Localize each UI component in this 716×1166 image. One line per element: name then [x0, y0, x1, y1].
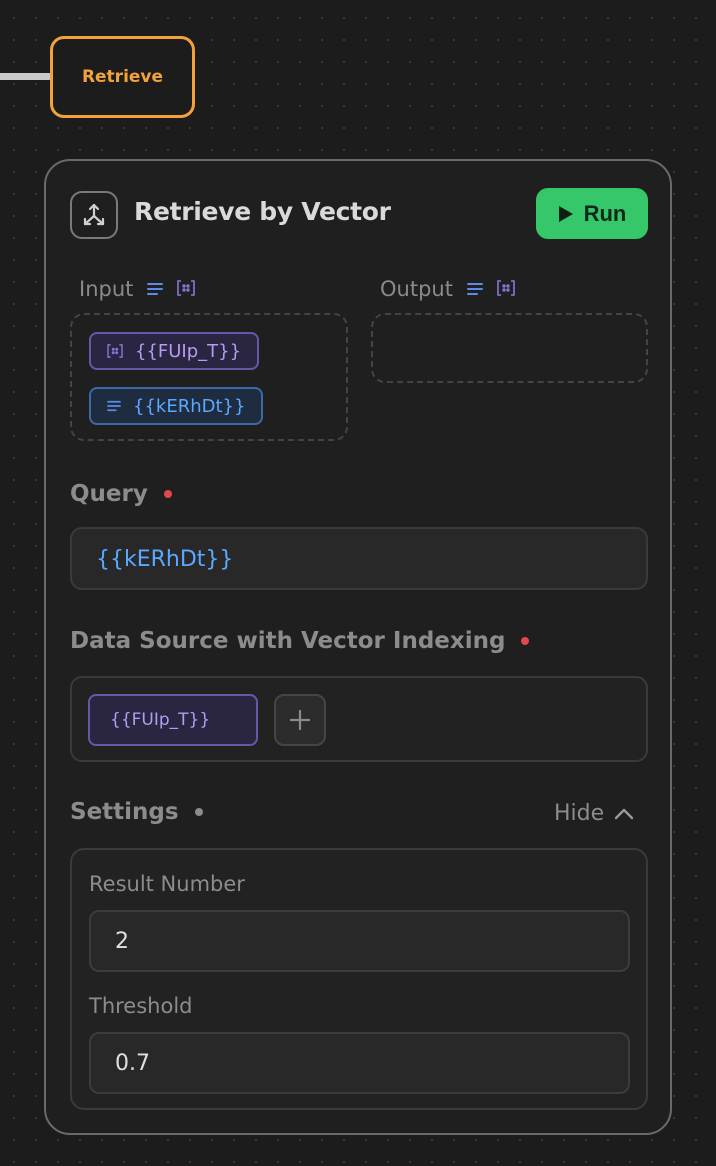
input-label-row: Input: [79, 277, 196, 301]
settings-panel: Result Number Threshold: [70, 848, 648, 1110]
plus-icon: [289, 709, 311, 731]
output-drop-zone[interactable]: [371, 313, 648, 383]
list-type-icon[interactable]: [497, 277, 515, 301]
output-label: Output: [380, 277, 453, 301]
list-type-icon: [107, 344, 123, 358]
run-button[interactable]: Run: [536, 188, 648, 239]
required-indicator: [521, 637, 530, 645]
input-chip-label: {{kERhDt}}: [133, 395, 246, 417]
retrieve-node-tag[interactable]: Retrieve: [50, 36, 195, 118]
output-label-row: Output: [380, 277, 515, 301]
input-chip-label: {{FUIp_T}}: [135, 340, 242, 362]
result-number-label: Result Number: [89, 872, 245, 896]
settings-label: Settings: [70, 799, 179, 825]
data-source-label: Data Source with Vector Indexing: [70, 628, 506, 654]
query-label: Query: [70, 481, 148, 507]
settings-label-row: Settings: [70, 799, 203, 825]
settings-hide-toggle[interactable]: Hide: [554, 801, 634, 826]
chevron-up-icon: [614, 808, 634, 819]
text-type-icon[interactable]: [466, 277, 483, 301]
data-source-field[interactable]: {{FUIp_T}}: [70, 676, 648, 762]
input-label: Input: [79, 277, 134, 301]
text-type-icon: [107, 400, 121, 412]
query-input[interactable]: {{kERhDt}}: [70, 527, 648, 590]
vector-node-icon: [70, 191, 118, 239]
play-icon: [558, 205, 573, 222]
add-data-source-button[interactable]: [274, 694, 326, 746]
input-chip-text[interactable]: {{kERhDt}}: [89, 387, 264, 425]
input-drop-zone[interactable]: {{FUIp_T}} {{kERhDt}}: [70, 313, 348, 441]
result-number-input[interactable]: [89, 910, 630, 972]
node-title: Retrieve by Vector: [134, 197, 391, 226]
hide-label: Hide: [554, 801, 605, 826]
query-value: {{kERhDt}}: [96, 547, 234, 572]
data-source-chip[interactable]: {{FUIp_T}}: [88, 694, 258, 746]
threshold-input[interactable]: [89, 1032, 630, 1094]
text-type-icon[interactable]: [147, 277, 164, 301]
retrieve-by-vector-node[interactable]: Retrieve by Vector Run Input Output {{FU…: [44, 159, 672, 1135]
input-chip-list[interactable]: {{FUIp_T}}: [89, 332, 260, 370]
required-indicator: [163, 490, 172, 498]
run-button-label: Run: [583, 200, 627, 226]
connection-edge: [0, 73, 52, 80]
list-type-icon[interactable]: [177, 277, 196, 301]
query-label-row: Query: [70, 481, 172, 507]
data-source-label-row: Data Source with Vector Indexing: [70, 628, 530, 654]
data-source-chip-label: {{FUIp_T}}: [110, 710, 211, 730]
retrieve-tag-label: Retrieve: [81, 67, 164, 87]
threshold-label: Threshold: [89, 994, 193, 1018]
settings-indicator: [194, 808, 203, 816]
